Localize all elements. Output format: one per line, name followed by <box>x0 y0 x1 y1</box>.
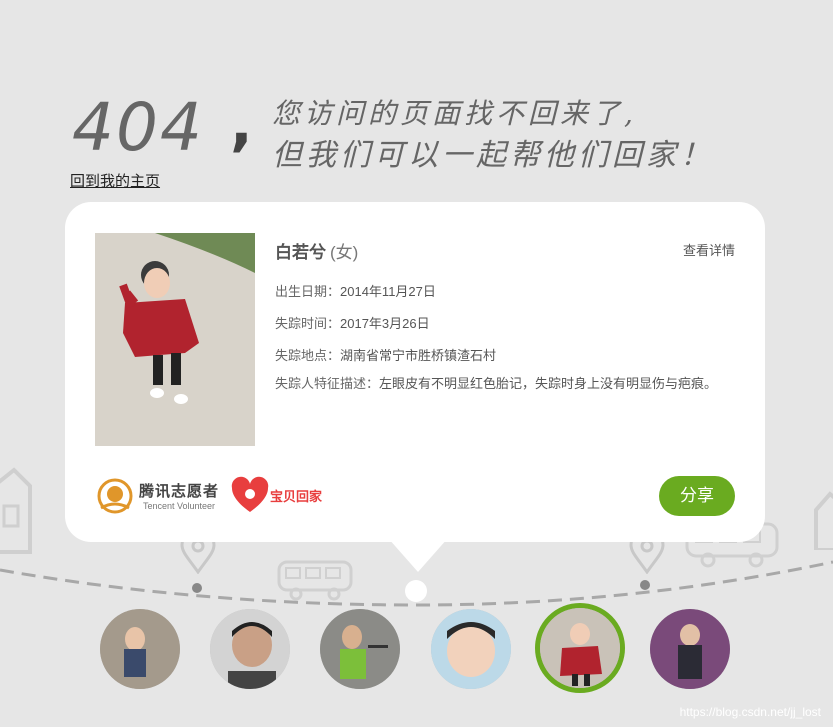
birth-date-row: 出生日期：2014年11月27日 <box>275 281 436 302</box>
baobei-huijia-logo: 宝贝回家 <box>230 476 330 516</box>
tencent-volunteer-text: 腾讯志愿者 <box>139 483 220 500</box>
child-avatar-6[interactable] <box>650 609 730 689</box>
child-avatar-2[interactable] <box>210 609 290 689</box>
missing-child-card: 白若兮 (女) 查看详情 出生日期：2014年11月27日 失踪时间：2017年3… <box>65 202 765 542</box>
child-name-row: 白若兮 (女) <box>275 238 358 263</box>
child-avatar-5-selected[interactable] <box>535 603 625 693</box>
tencent-volunteer-logo: 腾讯志愿者 Tencent Volunteer <box>95 478 225 514</box>
tencent-volunteer-subtext: Tencent Volunteer <box>143 501 216 511</box>
share-button[interactable]: 分享 <box>659 476 735 516</box>
missing-time-row: 失踪时间：2017年3月26日 <box>275 313 430 334</box>
headline-line-2: 但我们可以一起帮他们回家！ <box>272 138 714 173</box>
child-avatar-1[interactable] <box>100 609 180 689</box>
child-gender: (女) <box>330 243 359 262</box>
error-code: 404 <box>72 89 204 166</box>
missing-place-value: 湖南省常宁市胜桥镇渣石村 <box>340 348 497 363</box>
card-pointer <box>388 538 448 572</box>
child-avatar-4[interactable] <box>431 609 511 689</box>
headline-line-1: 您访问的页面找不回来了, <box>272 97 637 130</box>
timeline-active-dot <box>405 580 427 602</box>
child-photo <box>95 233 255 446</box>
features-value: 左眼皮有不明显红色胎记，失踪时身上没有明显伤与疤痕。 <box>379 376 718 391</box>
child-name: 白若兮 <box>275 243 326 262</box>
headline: 404 , 您访问的页面找不回来了, 但我们可以一起帮他们回家！ <box>72 88 792 173</box>
tencent-volunteer-emblem-icon <box>97 478 133 514</box>
missing-time-label: 失踪时间： <box>275 316 341 331</box>
features-row: 失踪人特征描述：左眼皮有不明显红色胎记，失踪时身上没有明显伤与疤痕。 <box>275 373 740 394</box>
heart-icon <box>231 476 269 512</box>
headline-comma: , <box>230 89 253 159</box>
watermark: https://blog.csdn.net/jj_lost <box>679 705 821 719</box>
missing-place-label: 失踪地点： <box>275 348 341 363</box>
features-label: 失踪人特征描述： <box>275 376 380 391</box>
baobei-huijia-text: 宝贝回家 <box>270 489 323 504</box>
missing-time-value: 2017年3月26日 <box>340 316 430 331</box>
missing-place-row: 失踪地点：湖南省常宁市胜桥镇渣石村 <box>275 345 496 366</box>
child-avatar-3[interactable] <box>320 609 400 689</box>
birth-date-label: 出生日期： <box>275 284 341 299</box>
home-link[interactable]: 回到我的主页 <box>70 170 160 191</box>
birth-date-value: 2014年11月27日 <box>340 284 436 299</box>
view-details-link[interactable]: 查看详情 <box>683 240 735 259</box>
